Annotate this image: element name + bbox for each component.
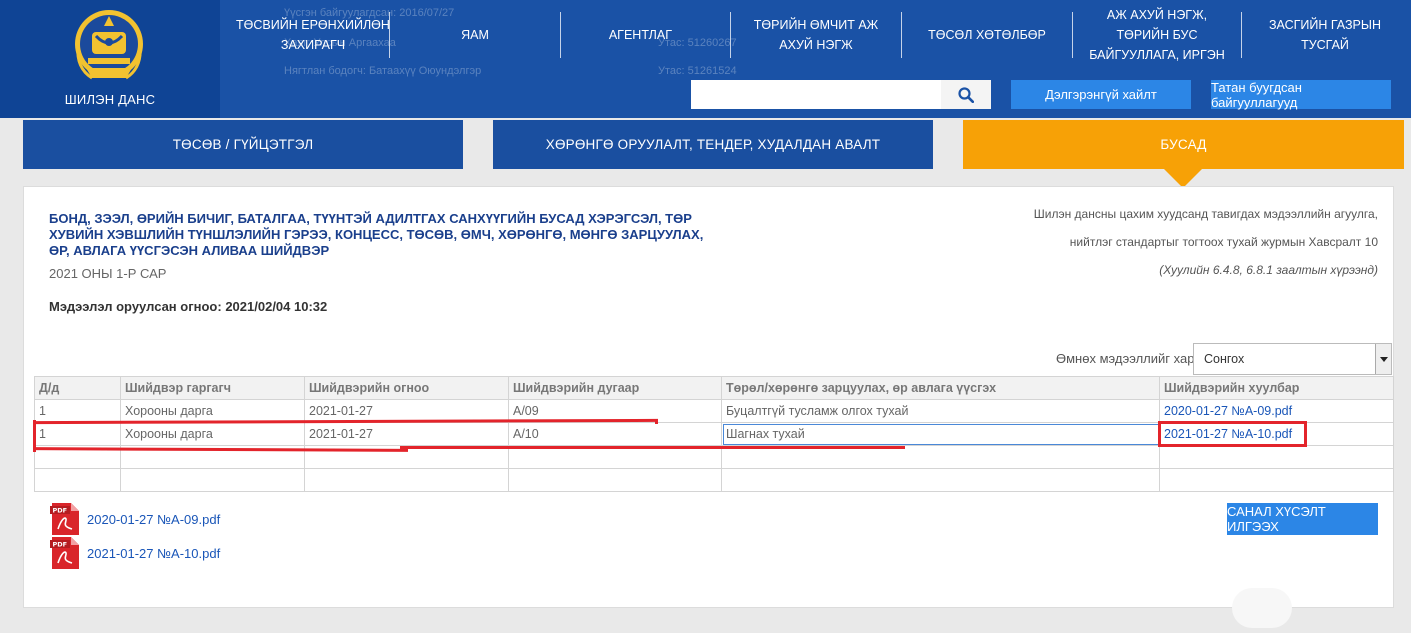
highlight-annotation-mark (655, 419, 658, 424)
highlight-annotation-bottom (400, 446, 905, 449)
cell-decision-number: А/10 (508, 422, 722, 446)
cell-number: 1 (34, 422, 121, 446)
table-row: 1 Хорооны дарга 2021-01-27 А/09 Буцалтгү… (34, 399, 1394, 423)
regulation-note-line3: (Хуулийн 6.4.8, 6.8.1 заалтын хүрээнд) (1159, 263, 1378, 277)
chevron-down-icon (1375, 344, 1391, 374)
tab-other[interactable]: БУСАД (963, 120, 1404, 169)
table-row (34, 468, 1394, 492)
empty-cell (508, 468, 722, 492)
tab-budget-performance[interactable]: ТӨСӨВ / ГҮЙЦЭТГЭЛ (23, 120, 463, 169)
pdf-file-icon: PDF (50, 537, 79, 569)
cell-decision-type: Буцалтгүй тусламж олгох тухай (721, 399, 1160, 423)
cell-number: 1 (34, 399, 121, 423)
state-emblem-logo (75, 10, 143, 80)
empty-cell (721, 468, 1160, 492)
entry-date-value: 2021/02/04 10:32 (225, 299, 328, 314)
site-header: ШИЛЭН ДАНС Үүсгэн байгуулагдсан: 2016/07… (0, 0, 1411, 118)
svg-text:PDF: PDF (53, 541, 68, 549)
page-title: БОНД, ЗЭЭЛ, ӨРИЙН БИЧИГ, БАТАЛГАА, ТҮҮНТ… (49, 211, 704, 258)
decorative-shape (1232, 588, 1292, 628)
col-header-decision-date: Шийдвэрийн огноо (304, 376, 509, 400)
cell-decision-maker: Хорооны дарга (120, 399, 305, 423)
empty-cell (304, 468, 509, 492)
cell-decision-maker: Хорооны дарга (120, 422, 305, 446)
entry-date-label: Мэдээлэл оруулсан огноо: (49, 299, 222, 314)
empty-cell (34, 468, 121, 492)
regulation-note-line2: нийтлэг стандартыг тогтоох тухай журмын … (1069, 235, 1378, 249)
cell-decision-copy: 2020-01-27 №А-09.pdf (1159, 399, 1394, 423)
closed-organizations-button[interactable]: Татан буугдсан байгууллагууд (1211, 80, 1391, 110)
logo-link[interactable]: ШИЛЭН ДАНС (0, 0, 220, 118)
entry-date: Мэдээлэл оруулсан огноо: 2021/02/04 10:3… (49, 299, 327, 314)
col-header-decision-maker: Шийдвэр гаргагч (120, 376, 305, 400)
nav-government-special[interactable]: ЗАСГИЙН ГАЗРЫН ТУСГАЙ (1242, 0, 1408, 70)
search-button[interactable] (941, 80, 991, 109)
search-icon (958, 86, 974, 103)
attachment-link[interactable]: 2021-01-27 №А-10.pdf (87, 546, 220, 561)
nav-state-enterprise[interactable]: ТӨРИЙН ӨМЧИТ АЖ АХУЙ НЭГЖ (731, 0, 901, 70)
cell-decision-date: 2021-01-27 (304, 422, 509, 446)
previous-info-label: Өмнөх мэдээллийг харах (1056, 351, 1209, 366)
empty-cell (120, 468, 305, 492)
nav-project-program[interactable]: ТӨСӨЛ ХӨТӨЛБӨР (902, 0, 1072, 70)
previous-info-select-value: Сонгох (1204, 352, 1245, 366)
report-period: 2021 ОНЫ 1-Р САР (49, 266, 167, 281)
cell-decision-type: Шагнах тухай (721, 422, 1160, 446)
nav-budget-governor[interactable]: ТӨСВИЙН ЕРӨНХИЙЛӨН ЗАХИРАГЧ (228, 0, 398, 70)
send-feedback-button[interactable]: САНАЛ ХҮСЭЛТ ИЛГЭЭХ (1227, 503, 1378, 535)
empty-cell (1159, 445, 1394, 469)
attachment-item[interactable]: PDF 2021-01-27 №А-10.pdf (49, 536, 220, 570)
highlight-annotation-box (1158, 421, 1307, 447)
logo-title: ШИЛЭН ДАНС (64, 92, 156, 107)
nav-business-ngo[interactable]: АЖ АХУЙ НЭГЖ, ТӨРИЙН БУС БАЙГУУЛЛАГА, ИР… (1073, 0, 1241, 70)
decision-copy-link[interactable]: 2020-01-27 №А-09.pdf (1164, 404, 1292, 418)
table-header-row: Д/д Шийдвэр гаргагч Шийдвэрийн огноо Ший… (34, 376, 1394, 400)
col-header-decision-number: Шийдвэрийн дугаар (508, 376, 722, 400)
col-header-number: Д/д (34, 376, 121, 400)
nav-ministry[interactable]: ЯАМ (390, 0, 560, 70)
search-input[interactable] (691, 80, 941, 109)
col-header-decision-type: Төрөл/хөрөнгө зарцуулах, өр авлага үүсгэ… (721, 376, 1160, 400)
pdf-file-icon: PDF (50, 503, 79, 535)
advanced-search-button[interactable]: Дэлгэрэнгүй хайлт (1011, 80, 1191, 109)
previous-info-select[interactable]: Сонгох (1193, 343, 1392, 375)
tab-investment-tender[interactable]: ХӨРӨНГӨ ОРУУЛАЛТ, ТЕНДЕР, ХУДАЛДАН АВАЛТ (493, 120, 933, 169)
attachment-link[interactable]: 2020-01-27 №А-09.pdf (87, 512, 220, 527)
nav-agency[interactable]: АГЕНТЛАГ (560, 0, 730, 70)
empty-cell (1159, 468, 1394, 492)
attachment-item[interactable]: PDF 2020-01-27 №А-09.pdf (49, 502, 220, 536)
svg-text:PDF: PDF (53, 507, 68, 515)
col-header-decision-copy: Шийдвэрийн хуулбар (1159, 376, 1394, 400)
regulation-note-line1: Шилэн дансны цахим хуудсанд тавигдах мэд… (1033, 207, 1378, 221)
